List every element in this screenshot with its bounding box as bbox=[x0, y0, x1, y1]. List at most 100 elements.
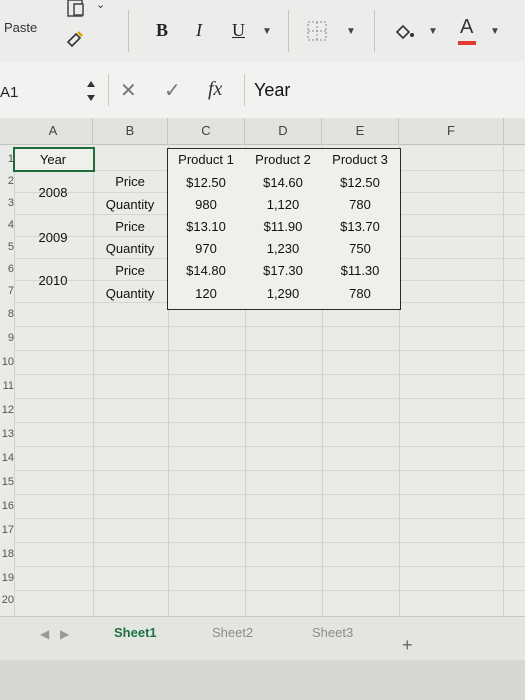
cell-label[interactable]: Quantity bbox=[93, 197, 167, 212]
cell-product2[interactable]: 1,230 bbox=[245, 241, 321, 256]
row-header[interactable]: 10 bbox=[0, 356, 14, 368]
ribbon-separator bbox=[374, 10, 375, 52]
row-header[interactable]: 20 bbox=[0, 594, 14, 606]
cell-d1[interactable]: Product 2 bbox=[245, 152, 321, 167]
column-header-d[interactable]: D bbox=[245, 118, 322, 144]
row-header[interactable]: 17 bbox=[0, 524, 14, 536]
row-header[interactable]: 12 bbox=[0, 404, 14, 416]
cell-label[interactable]: Price bbox=[93, 174, 167, 189]
selected-cell-outline bbox=[13, 147, 95, 172]
cancel-icon[interactable]: ✕ bbox=[120, 78, 137, 103]
chevron-down-icon[interactable]: ▼ bbox=[262, 26, 272, 37]
row-header[interactable]: 5 bbox=[0, 241, 14, 253]
cell-product3[interactable]: $13.70 bbox=[322, 219, 398, 234]
bold-button[interactable]: B bbox=[156, 20, 168, 41]
gridline bbox=[14, 374, 525, 375]
paste-button[interactable]: Paste bbox=[4, 20, 37, 35]
row-header[interactable]: 8 bbox=[0, 308, 14, 320]
cell-year-2008[interactable]: 2008 bbox=[14, 185, 92, 200]
row-header[interactable]: 16 bbox=[0, 500, 14, 512]
column-header-e[interactable]: E bbox=[322, 118, 399, 144]
font-color-button[interactable]: A bbox=[460, 16, 473, 39]
row-header[interactable]: 18 bbox=[0, 548, 14, 560]
gridline bbox=[14, 566, 525, 567]
worksheet-grid[interactable]: A B C D E F 1 2 3 4 5 6 7 8 9 10 11 12 1… bbox=[0, 118, 525, 616]
row-header[interactable]: 3 bbox=[0, 197, 14, 209]
chevron-down-icon[interactable]: ▼ bbox=[490, 26, 500, 37]
cell-product2[interactable]: 1,290 bbox=[245, 286, 321, 301]
ribbon-separator bbox=[128, 10, 129, 52]
cell-product3[interactable]: $11.30 bbox=[322, 263, 398, 278]
row-header[interactable]: 2 bbox=[0, 175, 14, 187]
row-header[interactable]: 7 bbox=[0, 285, 14, 297]
next-sheet-icon[interactable]: ▶ bbox=[60, 627, 69, 641]
gridline bbox=[14, 446, 525, 447]
cell-label[interactable]: Quantity bbox=[93, 286, 167, 301]
row-header[interactable]: 11 bbox=[0, 380, 14, 392]
cell-product1[interactable]: 120 bbox=[168, 286, 244, 301]
cell-product3[interactable]: 780 bbox=[322, 286, 398, 301]
chevron-down-icon[interactable]: ▼ bbox=[428, 26, 438, 37]
enter-icon[interactable]: ✓ bbox=[164, 78, 181, 103]
cell-e1[interactable]: Product 3 bbox=[322, 152, 398, 167]
cell-product2[interactable]: $17.30 bbox=[245, 263, 321, 278]
italic-button[interactable]: I bbox=[196, 20, 202, 41]
tab-sheet1[interactable]: Sheet1 bbox=[114, 625, 157, 640]
cell-year-2010[interactable]: 2010 bbox=[14, 273, 92, 288]
name-box[interactable]: A1 bbox=[0, 84, 18, 101]
cell-product1[interactable]: $14.80 bbox=[168, 263, 244, 278]
cell-product3[interactable]: 750 bbox=[322, 241, 398, 256]
gridline bbox=[14, 470, 525, 471]
column-header-a[interactable]: A bbox=[14, 118, 93, 144]
name-box-dropdown-icon[interactable] bbox=[84, 76, 98, 106]
cell-product2[interactable]: $14.60 bbox=[245, 175, 321, 190]
tab-sheet2[interactable]: Sheet2 bbox=[212, 625, 253, 640]
borders-icon[interactable] bbox=[306, 20, 328, 42]
cell-label[interactable]: Quantity bbox=[93, 241, 167, 256]
cell-c1[interactable]: Product 1 bbox=[168, 152, 244, 167]
cell-product3[interactable]: $12.50 bbox=[322, 175, 398, 190]
ribbon-separator bbox=[288, 10, 289, 52]
cell-product1[interactable]: 980 bbox=[168, 197, 244, 212]
row-header[interactable]: 9 bbox=[0, 332, 14, 344]
cell-product1[interactable]: $13.10 bbox=[168, 219, 244, 234]
gridline bbox=[14, 326, 525, 327]
insert-function-icon[interactable]: fx bbox=[208, 78, 222, 101]
fill-color-icon[interactable] bbox=[392, 21, 416, 43]
prev-sheet-icon[interactable]: ◀ bbox=[40, 627, 49, 641]
format-painter-icon[interactable] bbox=[64, 28, 86, 50]
row-header[interactable]: 19 bbox=[0, 572, 14, 584]
formula-separator bbox=[108, 74, 109, 106]
clipboard-icon[interactable] bbox=[66, 0, 92, 18]
chevron-down-icon[interactable]: ⌄ bbox=[96, 0, 105, 11]
cell-label[interactable]: Price bbox=[93, 219, 167, 234]
gridline bbox=[14, 422, 525, 423]
font-color-swatch bbox=[458, 41, 476, 45]
gridline bbox=[14, 494, 525, 495]
row-header[interactable]: 4 bbox=[0, 219, 14, 231]
gridline bbox=[14, 350, 525, 351]
row-header[interactable]: 6 bbox=[0, 263, 14, 275]
formula-input[interactable]: Year bbox=[254, 80, 290, 101]
gridline bbox=[14, 590, 525, 591]
chevron-down-icon[interactable]: ▼ bbox=[346, 26, 356, 37]
ribbon: Paste ⌄ B I U ▼ ▼ ▼ A ▼ bbox=[0, 0, 525, 63]
column-header-b[interactable]: B bbox=[93, 118, 168, 144]
column-header-c[interactable]: C bbox=[168, 118, 245, 144]
cell-year-2009[interactable]: 2009 bbox=[14, 230, 92, 245]
tab-sheet3[interactable]: Sheet3 bbox=[312, 625, 353, 640]
underline-button[interactable]: U bbox=[232, 20, 245, 41]
cell-product3[interactable]: 780 bbox=[322, 197, 398, 212]
cell-product2[interactable]: 1,120 bbox=[245, 197, 321, 212]
column-header-f[interactable]: F bbox=[399, 118, 504, 144]
add-sheet-button[interactable]: + bbox=[402, 635, 413, 656]
cell-product1[interactable]: $12.50 bbox=[168, 175, 244, 190]
cell-label[interactable]: Price bbox=[93, 263, 167, 278]
cell-product1[interactable]: 970 bbox=[168, 241, 244, 256]
row-header[interactable]: 15 bbox=[0, 476, 14, 488]
row-header[interactable]: 14 bbox=[0, 452, 14, 464]
row-header[interactable]: 1 bbox=[0, 153, 14, 165]
status-bar bbox=[0, 660, 525, 700]
cell-product2[interactable]: $11.90 bbox=[245, 219, 321, 234]
row-header[interactable]: 13 bbox=[0, 428, 14, 440]
